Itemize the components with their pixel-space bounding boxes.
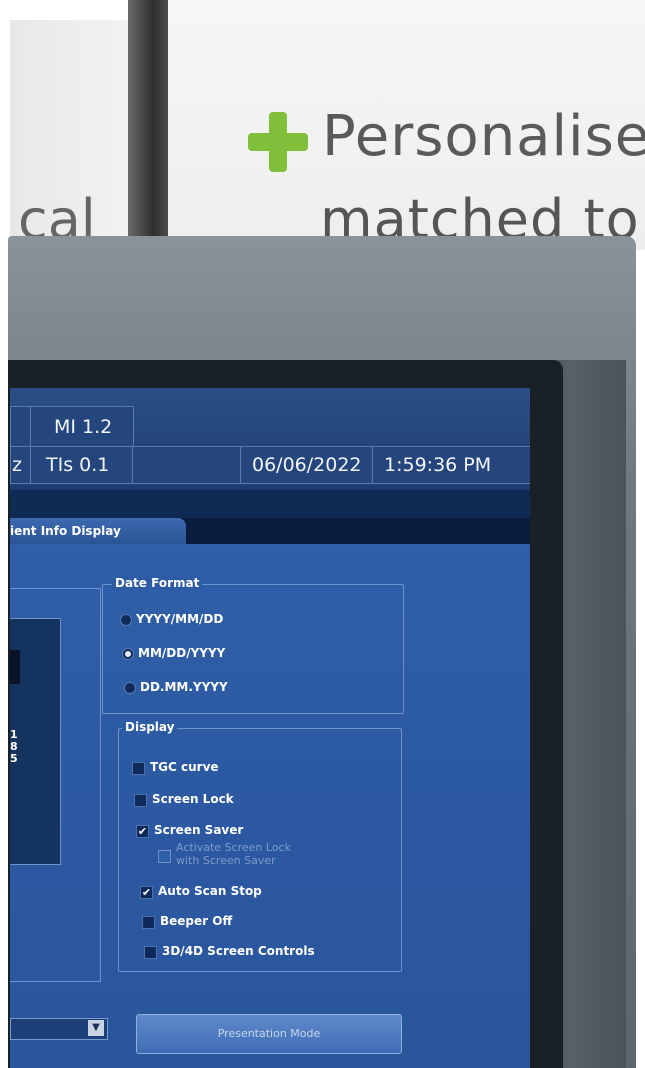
- status-bar: MI 1.2 z TIs 0.1 06/06/2022 1:59:36 PM: [10, 388, 530, 490]
- chevron-down-icon[interactable]: ▼: [88, 1020, 104, 1036]
- plus-logo-icon: [248, 112, 308, 172]
- tgc-curve-label[interactable]: TGC curve: [150, 760, 219, 774]
- frequency-fragment: z: [12, 454, 22, 476]
- tis-readout: TIs 0.1: [46, 454, 110, 476]
- screen-saver-label[interactable]: Screen Saver: [154, 823, 243, 837]
- date-readout: 06/06/2022: [252, 454, 362, 476]
- screen-lock-label[interactable]: Screen Lock: [152, 792, 234, 806]
- activate-screen-lock-label-line1: Activate Screen Lock: [176, 841, 291, 854]
- auto-scan-stop-checkbox[interactable]: ✔: [140, 886, 153, 899]
- tgc-curve-checkbox[interactable]: [132, 762, 145, 775]
- activate-screen-lock-label-line2: with Screen Saver: [176, 854, 276, 867]
- settings-panel: 1 8 5 Date Format YYYY/MM/DD MM/DD/YYYY …: [10, 544, 530, 1068]
- status-cell: [132, 446, 242, 484]
- auto-scan-stop-label[interactable]: Auto Scan Stop: [158, 884, 262, 898]
- display-legend: Display: [122, 720, 178, 734]
- beeper-off-checkbox[interactable]: [142, 916, 155, 929]
- time-readout: 1:59:36 PM: [384, 454, 492, 476]
- date-format-radio-dmy[interactable]: [124, 682, 136, 694]
- date-format-label-dmy[interactable]: DD.MM.YYYY: [140, 680, 228, 694]
- date-format-radio-mdy[interactable]: [122, 648, 134, 660]
- poster-headline: Personalise: [322, 104, 645, 169]
- screen-lock-checkbox[interactable]: [134, 794, 147, 807]
- date-format-legend: Date Format: [112, 576, 203, 590]
- screen-saver-checkbox[interactable]: ✔: [136, 825, 149, 838]
- presentation-mode-button[interactable]: Presentation Mode: [136, 1014, 402, 1054]
- date-format-radio-ymd[interactable]: [120, 614, 132, 626]
- tab-patient-info-display[interactable]: ient Info Display: [10, 518, 186, 544]
- activate-screen-lock-checkbox[interactable]: [158, 850, 171, 863]
- screen-controls-label[interactable]: 3D/4D Screen Controls: [162, 944, 315, 958]
- mi-readout: MI 1.2: [54, 416, 113, 438]
- ultrasound-screen: MI 1.2 z TIs 0.1 06/06/2022 1:59:36 PM i…: [10, 388, 530, 1068]
- status-cell: [10, 406, 32, 448]
- screen-controls-checkbox[interactable]: [144, 946, 157, 959]
- date-format-label-mdy[interactable]: MM/DD/YYYY: [138, 646, 225, 660]
- left-preview-block: [10, 650, 20, 684]
- beeper-off-label[interactable]: Beeper Off: [160, 914, 232, 928]
- date-format-label-ymd[interactable]: YYYY/MM/DD: [136, 612, 223, 626]
- left-value: 5: [10, 752, 18, 765]
